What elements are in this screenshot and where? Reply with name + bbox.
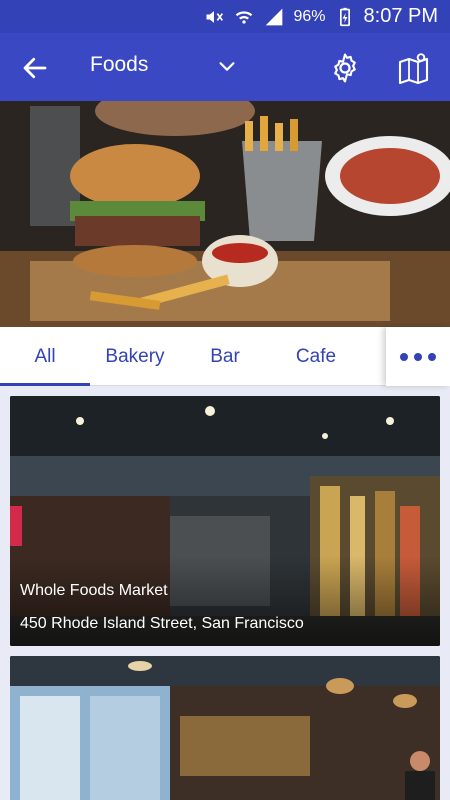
selected-indicator	[0, 383, 90, 386]
place-card[interactable]: Whole Foods Market 450 Rhode Island Stre…	[10, 396, 440, 646]
chevron-down-icon[interactable]	[216, 55, 238, 77]
status-bar: 96% 8:07 PM	[0, 0, 450, 33]
tab-label: All	[34, 345, 56, 367]
battery-icon	[334, 7, 356, 27]
signal-icon	[263, 7, 285, 27]
hero-image	[0, 101, 450, 327]
wifi-icon	[233, 7, 255, 27]
clock: 8:07 PM	[363, 5, 438, 27]
tab-label: Bakery	[105, 345, 165, 367]
tab-cafe[interactable]: Cafe	[270, 327, 362, 386]
category-tabs: All Bakery Bar Cafe	[0, 327, 450, 386]
back-arrow-icon[interactable]	[20, 53, 50, 83]
tab-all[interactable]: All	[0, 327, 90, 386]
app-screen: 96% 8:07 PM Foods All Bakery Bar Cafe Wh…	[0, 0, 450, 800]
place-name: Whole Foods Market	[20, 582, 168, 599]
tab-label: Cafe	[295, 345, 337, 367]
battery-percent: 96%	[293, 7, 326, 25]
tab-label: Bar	[210, 345, 240, 367]
mute-icon	[203, 7, 225, 27]
toolbar: Foods	[0, 33, 450, 101]
burger-photo	[0, 101, 450, 327]
cafe-photo	[10, 656, 440, 800]
map-icon[interactable]	[397, 50, 433, 86]
place-address: 450 Rhode Island Street, San Francisco	[20, 615, 304, 632]
page-title[interactable]: Foods	[90, 53, 148, 77]
gear-icon[interactable]	[328, 51, 362, 85]
tab-bar[interactable]: Bar	[180, 327, 270, 386]
more-horizontal-icon[interactable]	[386, 327, 450, 386]
tab-bakery[interactable]: Bakery	[90, 327, 180, 386]
place-card[interactable]	[10, 656, 440, 800]
